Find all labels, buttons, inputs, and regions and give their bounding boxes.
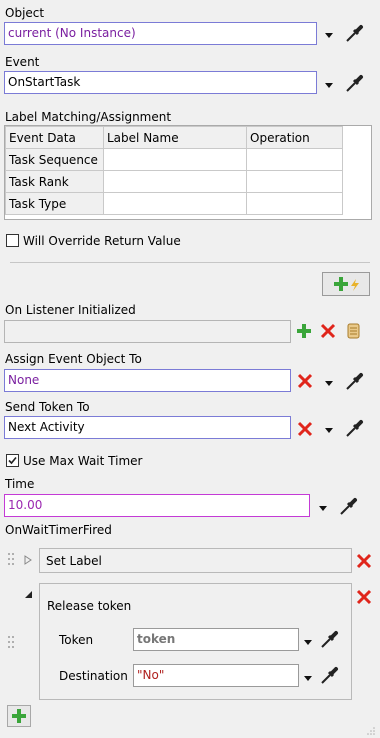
time-dropdown-icon[interactable] [318, 503, 328, 513]
row-header: Task Rank [5, 170, 104, 193]
table-cell[interactable] [103, 148, 247, 171]
lightning-icon [351, 279, 359, 291]
checkmark-icon [8, 456, 17, 465]
x-icon[interactable] [356, 589, 372, 605]
will-override-label: Will Override Return Value [23, 234, 181, 248]
column-header: Operation [246, 126, 343, 149]
x-icon[interactable] [297, 373, 313, 389]
table-row: Task Rank [5, 170, 343, 193]
table-row: Task Type [5, 192, 343, 215]
x-icon[interactable] [356, 553, 372, 569]
drag-handle-icon[interactable] [7, 634, 15, 650]
add-event-button[interactable] [322, 272, 370, 296]
send-token-eyedropper-icon[interactable] [344, 419, 364, 439]
object-eyedropper-icon[interactable] [344, 24, 364, 44]
collapse-arrow-icon[interactable] [24, 591, 33, 599]
row-header: Task Type [5, 192, 104, 215]
label-matching-title: Label Matching/Assignment [5, 110, 172, 124]
on-listener-initialized-field[interactable] [4, 320, 291, 343]
assign-event-object-dropdown-icon[interactable] [324, 378, 334, 388]
plus-icon[interactable] [296, 323, 312, 339]
destination-label: Destination [59, 669, 128, 683]
time-eyedropper-icon[interactable] [338, 497, 358, 517]
table-cell[interactable] [246, 192, 343, 215]
table-cell[interactable] [103, 170, 247, 193]
will-override-checkbox[interactable] [6, 234, 19, 247]
destination-eyedropper-icon[interactable] [319, 666, 339, 686]
scroll-icon[interactable] [345, 322, 363, 340]
event-dropdown-icon[interactable] [324, 80, 334, 90]
destination-dropdown-icon[interactable] [303, 673, 313, 683]
resize-grip-icon[interactable] [366, 726, 376, 736]
column-header: Label Name [103, 126, 247, 149]
event-field[interactable]: OnStartTask [4, 71, 317, 94]
label-matching-table: Event Data Label Name Operation Task Seq… [5, 126, 343, 215]
token-field[interactable]: token [133, 628, 299, 651]
table-row: Task Sequence [5, 148, 343, 171]
token-eyedropper-icon[interactable] [319, 630, 339, 650]
divider [10, 262, 370, 263]
assign-event-object-field[interactable]: None [4, 369, 291, 392]
plus-icon [12, 709, 26, 723]
token-label: Token [59, 633, 94, 647]
release-token-title: Release token [47, 599, 132, 613]
destination-field[interactable]: "No" [133, 664, 299, 687]
x-icon[interactable] [297, 421, 313, 437]
plus-icon [334, 277, 348, 291]
object-label: Object [5, 6, 45, 20]
send-token-label: Send Token To [5, 400, 90, 414]
column-header: Event Data [5, 126, 104, 149]
add-activity-button[interactable] [7, 705, 31, 727]
expand-arrow-icon[interactable] [24, 555, 32, 565]
table-cell[interactable] [246, 148, 343, 171]
send-token-field[interactable]: Next Activity [4, 416, 291, 439]
on-wait-timer-fired-label: OnWaitTimerFired [5, 523, 112, 537]
time-field[interactable]: 10.00 [4, 494, 310, 517]
drag-handle-icon[interactable] [7, 551, 15, 567]
time-label: Time [5, 477, 35, 491]
send-token-dropdown-icon[interactable] [324, 425, 334, 435]
use-max-wait-checkbox[interactable] [6, 454, 19, 467]
token-dropdown-icon[interactable] [303, 637, 313, 647]
table-cell[interactable] [246, 170, 343, 193]
event-eyedropper-icon[interactable] [344, 74, 364, 94]
event-label: Event [5, 55, 40, 69]
object-dropdown-icon[interactable] [324, 30, 334, 40]
set-label-title: Set Label [46, 554, 102, 568]
set-label-item[interactable]: Set Label [39, 548, 352, 573]
assign-event-object-label: Assign Event Object To [5, 352, 142, 366]
row-header: Task Sequence [5, 148, 104, 171]
table-cell[interactable] [103, 192, 247, 215]
table-header-row: Event Data Label Name Operation [5, 126, 343, 149]
release-token-item: Release token Token token Destination "N… [39, 583, 352, 700]
use-max-wait-label: Use Max Wait Timer [23, 454, 143, 468]
assign-event-object-eyedropper-icon[interactable] [344, 372, 364, 392]
object-field[interactable]: current (No Instance) [4, 22, 317, 45]
on-listener-initialized-label: On Listener Initialized [5, 303, 136, 317]
x-icon[interactable] [320, 323, 336, 339]
